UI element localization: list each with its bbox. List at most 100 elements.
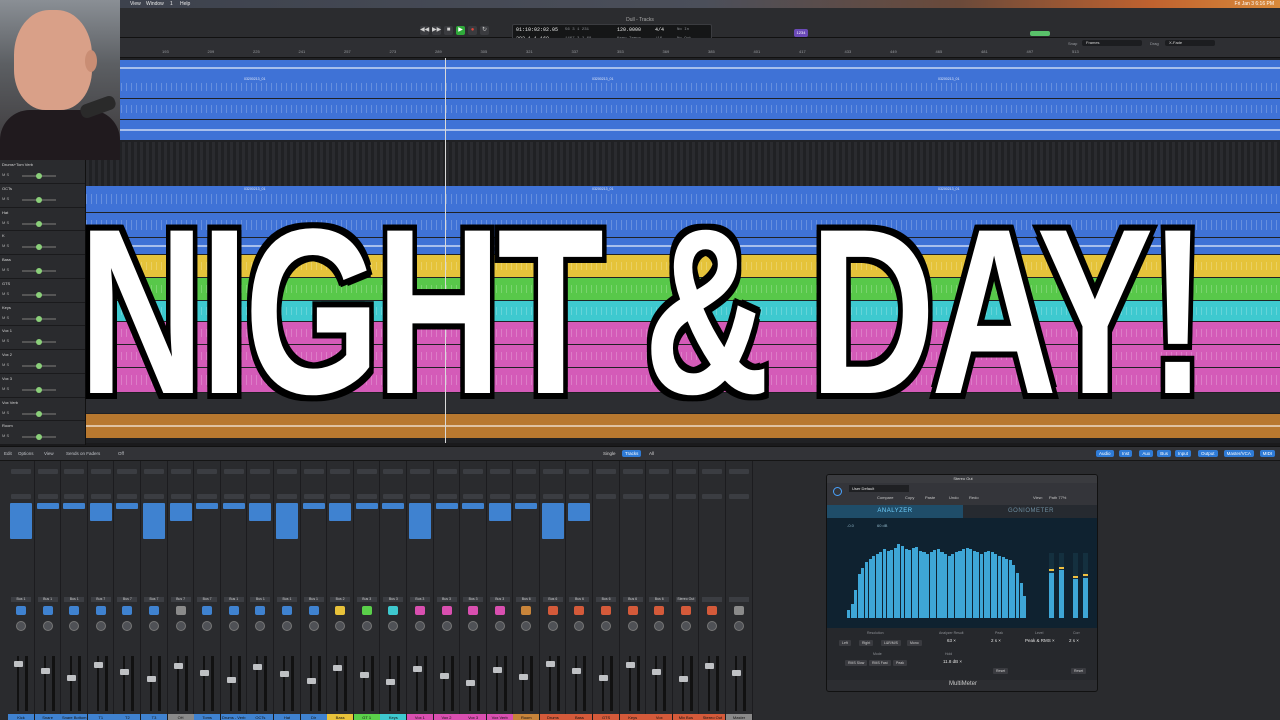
strip-name[interactable]: GTS [593,714,620,720]
fader-cap-icon[interactable] [173,663,183,669]
output-route[interactable]: Bus 7 [143,597,164,602]
rewind-button[interactable]: ◀◀ [420,26,429,35]
pan-knob[interactable] [547,621,558,631]
setting-slot[interactable] [622,469,643,474]
input-slot[interactable] [276,494,297,499]
fader-cap-icon[interactable] [226,677,236,683]
strip-name[interactable]: Kick [8,714,34,720]
single-tab[interactable]: Single [600,450,619,457]
cycle-button[interactable]: ↻ [480,26,489,35]
channel-strip[interactable]: Bus 3 GT 1 [353,461,381,720]
snap-menu[interactable]: Frames [1082,40,1142,46]
track-header[interactable]: Bass M S [0,255,85,279]
output-route[interactable]: Bus 3 [463,597,484,602]
fader-cap-icon[interactable] [492,667,502,673]
correlation-reset-button[interactable]: Reset [1071,668,1087,674]
pan-knob[interactable] [148,621,159,631]
record-button[interactable]: ● [468,26,477,35]
pan-knob[interactable] [627,621,638,631]
fader-cap-icon[interactable] [625,662,635,668]
channel-strip[interactable]: Stereo Out [699,461,727,720]
input-slot[interactable] [197,494,218,499]
plugin-slot[interactable] [169,503,192,521]
track-volume-slider[interactable] [22,339,56,346]
sends-off-menu[interactable]: Off [118,451,124,456]
fader-cap-icon[interactable] [599,675,609,681]
setting-slot[interactable] [516,469,537,474]
volume-fader[interactable] [415,656,418,711]
fader-cap-icon[interactable] [678,676,688,682]
track-header[interactable]: OCTs M S [0,184,85,208]
mute-solo-buttons[interactable]: M S [2,386,9,391]
volume-fader[interactable] [362,656,365,711]
volume-fader[interactable] [70,656,73,711]
pan-knob[interactable] [441,621,452,631]
setting-slot[interactable] [542,469,563,474]
volume-fader[interactable] [655,656,658,711]
strip-name[interactable]: Hat [273,714,300,720]
plugin-slot[interactable] [382,503,405,509]
setting-slot[interactable] [303,469,324,474]
track-volume-slider[interactable] [22,220,56,227]
filter-tab[interactable]: Output [1198,450,1218,457]
setting-slot[interactable] [330,469,351,474]
channel-strip[interactable]: Bus 1 Hat [273,461,301,720]
fader-cap-icon[interactable] [705,663,715,669]
setting-slot[interactable] [702,469,723,474]
input-slot[interactable] [729,494,750,499]
track-volume-slider[interactable] [22,268,56,274]
track-volume-slider[interactable] [22,434,56,441]
strip-name[interactable]: Snare Bottom [61,714,88,720]
mixer-options-menu[interactable]: Options [18,451,34,456]
copy-button[interactable]: Copy [905,495,914,500]
input-slot[interactable] [596,494,617,499]
volume-fader[interactable] [602,656,605,711]
mute-solo-buttons[interactable]: M S [2,243,9,248]
input-slot[interactable] [303,494,324,499]
fader-cap-icon[interactable] [40,668,50,674]
filter-tab[interactable]: Bus [1157,450,1171,457]
strip-name[interactable]: Vox 1 [406,714,433,720]
master-volume-slider[interactable] [1030,31,1050,36]
pan-knob[interactable] [42,621,53,631]
output-route[interactable]: Bus 3 [489,597,510,602]
channel-strip[interactable]: Bus 6 Keys [619,461,647,720]
output-route[interactable]: Bus 2 [330,597,351,602]
input-slot[interactable] [143,494,164,499]
output-route[interactable]: Bus 7 [170,597,191,602]
stop-button[interactable]: ■ [444,26,453,35]
bar-ruler[interactable]: 193 209 225 241 257 273 289 305 321 337 353 369 385 4… [120,38,1280,58]
input-slot[interactable] [117,494,138,499]
analyzer-result-value[interactable]: 63 × [947,638,956,643]
channel-strip[interactable]: Bus 7 T2 [114,461,141,720]
track-volume-slider[interactable] [22,363,56,369]
volume-fader[interactable] [282,656,285,711]
plugin-slot[interactable] [302,503,325,509]
forward-button[interactable]: ▶▶ [432,26,441,35]
pan-knob[interactable] [69,621,80,631]
pan-knob[interactable] [95,621,106,631]
input-slot[interactable] [37,494,58,499]
setting-slot[interactable] [356,469,377,474]
fader-cap-icon[interactable] [359,672,369,678]
setting-slot[interactable] [409,469,430,474]
correlation-value[interactable]: 2 s × [1069,638,1079,643]
pan-knob[interactable] [654,621,665,631]
fader-cap-icon[interactable] [519,674,529,680]
channel-strip[interactable]: Stereo Out Mix Bus [672,461,700,720]
output-route[interactable]: Bus 6 [622,597,643,602]
fader-cap-icon[interactable] [67,675,77,681]
setting-slot[interactable] [675,469,696,474]
filter-tab[interactable]: Master/VCA [1223,450,1254,457]
input-slot[interactable] [516,494,537,499]
strip-name[interactable]: Toms [194,714,221,720]
input-slot[interactable] [356,494,377,499]
plugin-slot[interactable] [249,503,272,521]
undo-button[interactable]: Undo [949,495,959,500]
track-volume-slider[interactable] [22,386,56,393]
volume-fader[interactable] [575,656,578,711]
input-slot[interactable] [542,494,563,499]
channel-strip[interactable]: Bus 1 Snare [34,461,62,720]
channel-strip[interactable]: Bus 2 Bass [327,461,354,720]
input-slot[interactable] [463,494,484,499]
